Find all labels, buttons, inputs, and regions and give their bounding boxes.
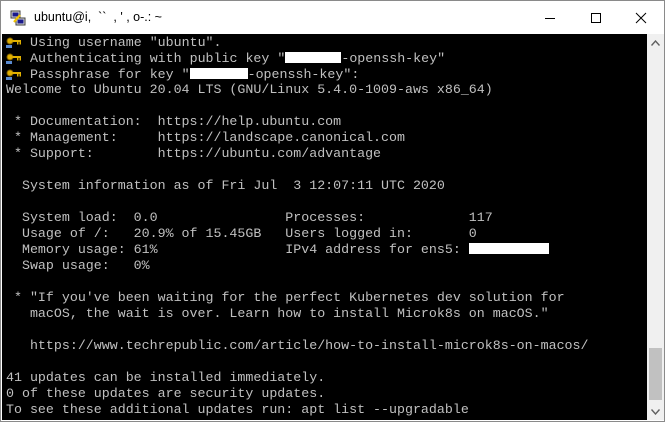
terminal-line-text: Authenticating with public key " bbox=[30, 51, 286, 66]
terminal-line-usage: Usage of /: 20.9% of 15.45GB Users logge… bbox=[6, 226, 477, 241]
terminal-line-text: Memory usage: 61% IPv4 address for ens5: bbox=[6, 242, 469, 257]
terminal-line-username: Using username "ubuntu". bbox=[6, 34, 222, 50]
close-button[interactable] bbox=[618, 1, 664, 34]
redacted-ip-address bbox=[468, 243, 549, 254]
terminal-line-sysinfo: System information as of Fri Jul 3 12:07… bbox=[6, 178, 445, 193]
redacted-key-name bbox=[285, 52, 342, 63]
terminal-line-updates: 41 updates can be installed immediately. bbox=[6, 370, 326, 385]
terminal-line-security: 0 of these updates are security updates. bbox=[6, 386, 326, 401]
terminal-line-text: Using username "ubuntu". bbox=[30, 35, 222, 50]
terminal-line-text: Passphrase for key " bbox=[30, 67, 190, 82]
terminal-line-load: System load: 0.0 Processes: 117 bbox=[6, 210, 493, 225]
key-icon bbox=[6, 53, 21, 64]
maximize-icon bbox=[591, 12, 601, 23]
scroll-down-button[interactable] bbox=[647, 403, 664, 420]
terminal-area[interactable]: Using username "ubuntu". Authenticating … bbox=[2, 34, 647, 420]
terminal-line-welcome: Welcome to Ubuntu 20.04 LTS (GNU/Linux 5… bbox=[6, 82, 493, 97]
terminal-line-motd-url: https://www.techrepublic.com/article/how… bbox=[6, 338, 589, 353]
terminal-line-motd-2: macOS, the wait is over. Learn how to in… bbox=[6, 306, 549, 321]
minimize-button[interactable] bbox=[527, 1, 573, 34]
key-icon bbox=[6, 37, 21, 48]
terminal-line-documentation: * Documentation: https://help.ubuntu.com bbox=[6, 114, 342, 129]
terminal-line-memory: Memory usage: 61% IPv4 address for ens5: bbox=[6, 242, 549, 258]
terminal-line-text: -openssh-key" bbox=[341, 51, 446, 66]
terminal-line-upgradable: To see these additional updates run: apt… bbox=[6, 402, 469, 417]
putty-icon[interactable] bbox=[10, 10, 26, 26]
terminal-line-motd-1: * "If you've been waiting for the perfec… bbox=[6, 290, 565, 305]
minimize-icon bbox=[545, 17, 555, 19]
scrollbar-thumb[interactable] bbox=[649, 348, 662, 400]
terminal-line-text: -openssh-key": bbox=[247, 67, 360, 82]
putty-window: ubuntu@i, `` , ' , o-.: ~ Using username… bbox=[0, 0, 665, 422]
terminal-line-passphrase: Passphrase for key " -openssh-key": bbox=[6, 66, 359, 82]
arrow-down-icon bbox=[651, 408, 660, 415]
title-bar[interactable]: ubuntu@i, `` , ' , o-.: ~ bbox=[1, 1, 664, 34]
close-icon bbox=[635, 12, 647, 23]
terminal-line-swap: Swap usage: 0% bbox=[6, 258, 150, 273]
terminal-line-auth: Authenticating with public key " -openssh… bbox=[6, 50, 445, 66]
key-icon bbox=[6, 69, 21, 80]
scroll-up-button[interactable] bbox=[647, 34, 664, 51]
maximize-button[interactable] bbox=[573, 1, 619, 34]
terminal-line-support: * Support: https://ubuntu.com/advantage bbox=[6, 146, 382, 161]
arrow-up-icon bbox=[651, 39, 660, 46]
vertical-scrollbar[interactable] bbox=[647, 34, 664, 420]
window-title: ubuntu@i, `` , ' , o-.: ~ bbox=[34, 10, 162, 24]
redacted-key-name bbox=[189, 68, 248, 79]
terminal-line-management: * Management: https://landscape.canonica… bbox=[6, 130, 405, 145]
